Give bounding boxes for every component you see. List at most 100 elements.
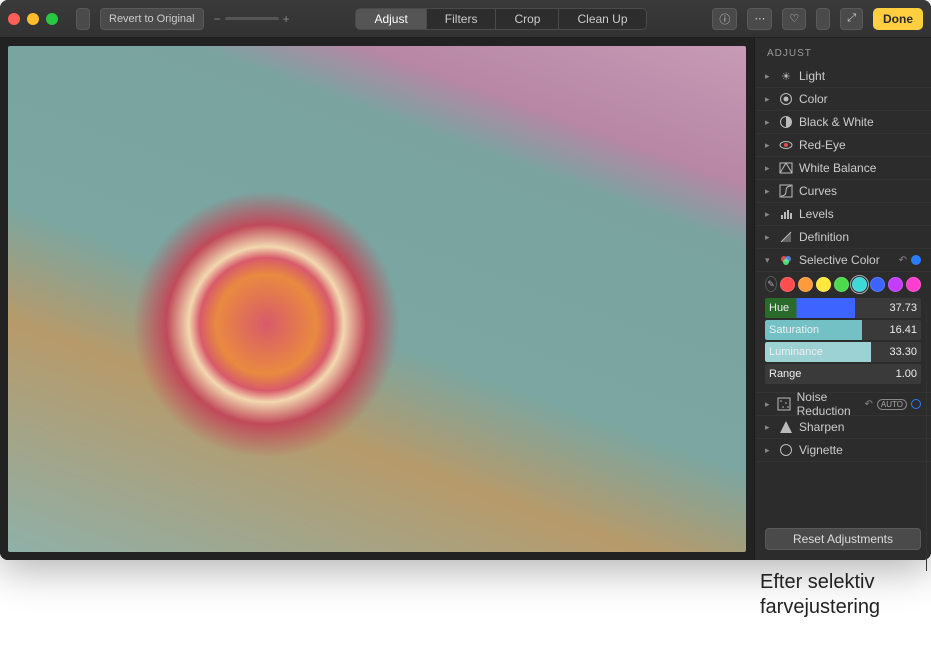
annotation-leader-line <box>926 304 927 571</box>
curves-icon <box>779 184 793 198</box>
adjust-light[interactable]: ▸ ☀ Light <box>755 65 931 88</box>
fullscreen-button[interactable]: ⤢ <box>840 8 863 30</box>
adjust-noise-reduction[interactable]: ▸ Noise Reduction ↶ AUTO <box>755 393 931 416</box>
slider-label: Range <box>765 368 896 380</box>
tab-crop[interactable]: Crop <box>496 8 559 30</box>
minimize-icon[interactable] <box>27 13 39 25</box>
chevron-right-icon: ▸ <box>765 232 773 243</box>
chevron-right-icon: ▸ <box>765 117 773 128</box>
revert-button[interactable]: Revert to Original <box>100 8 204 30</box>
tab-cleanup[interactable]: Clean Up <box>559 8 646 30</box>
eyedropper-button[interactable]: ✎ <box>765 276 777 292</box>
selectivecolor-icon <box>779 253 793 267</box>
slider-value: 33.30 <box>889 346 921 358</box>
color-swatch[interactable] <box>870 277 885 292</box>
titlebar: Revert to Original − + Adjust Filters Cr… <box>0 0 931 38</box>
light-icon: ☀ <box>779 69 793 83</box>
levels-icon <box>779 207 793 221</box>
edited-photo <box>8 46 746 552</box>
enabled-toggle[interactable] <box>911 255 921 265</box>
slider-value: 1.00 <box>896 368 921 380</box>
bw-icon <box>779 115 793 129</box>
slider-value: 37.73 <box>889 302 921 314</box>
ellipsis-icon: ⋯ <box>754 12 765 25</box>
zoom-in-icon: + <box>283 12 290 26</box>
favorite-button[interactable]: ♡ <box>782 8 806 30</box>
adjust-vignette[interactable]: ▸ Vignette <box>755 439 931 462</box>
adjust-curves[interactable]: ▸ Curves <box>755 180 931 203</box>
expand-icon: ⤢ <box>847 12 856 25</box>
zoom-track[interactable] <box>225 17 279 20</box>
content-area: ADJUST ▸ ☀ Light ▸ Color ▸ <box>0 38 931 560</box>
eyedropper-icon: ✎ <box>767 279 775 290</box>
annotation-caption: Efter selektiv farvejustering <box>760 570 931 620</box>
more-button[interactable]: ⋯ <box>747 8 772 30</box>
adjust-sidebar: ADJUST ▸ ☀ Light ▸ Color ▸ <box>754 38 931 560</box>
tab-filters[interactable]: Filters <box>427 8 497 30</box>
adjust-whitebalance[interactable]: ▸ White Balance <box>755 157 931 180</box>
zoom-slider[interactable]: − + <box>214 12 290 26</box>
chevron-right-icon: ▸ <box>765 422 773 433</box>
chevron-right-icon: ▸ <box>765 140 773 151</box>
info-icon: ⓘ <box>719 11 730 27</box>
tab-adjust[interactable]: Adjust <box>355 8 426 30</box>
done-button[interactable]: Done <box>873 8 923 30</box>
sidebar-toggle-button[interactable] <box>76 8 90 30</box>
color-swatch[interactable] <box>906 277 921 292</box>
slider-saturation[interactable]: Saturation16.41 <box>765 320 921 340</box>
adjust-definition[interactable]: ▸ Definition <box>755 226 931 249</box>
adjust-redeye[interactable]: ▸ Red-Eye <box>755 134 931 157</box>
slider-label: Luminance <box>765 346 889 358</box>
reset-adjustments-button[interactable]: Reset Adjustments <box>765 528 921 550</box>
info-button[interactable]: ⓘ <box>712 8 737 30</box>
chevron-right-icon: ▸ <box>765 186 773 197</box>
slider-hue[interactable]: Hue37.73 <box>765 298 921 318</box>
sidebar-header: ADJUST <box>755 38 931 65</box>
adjust-levels[interactable]: ▸ Levels <box>755 203 931 226</box>
done-label: Done <box>883 12 913 26</box>
window-controls <box>8 13 58 25</box>
enabled-toggle[interactable] <box>911 399 921 409</box>
sharpen-icon <box>779 420 793 434</box>
slider-value: 16.41 <box>889 324 921 336</box>
zoom-out-icon: − <box>214 12 221 26</box>
adjust-sharpen[interactable]: ▸ Sharpen <box>755 416 931 439</box>
definition-icon <box>779 230 793 244</box>
chevron-right-icon: ▸ <box>765 94 773 105</box>
whitebalance-icon <box>779 161 793 175</box>
undo-icon[interactable]: ↶ <box>899 255 907 266</box>
slider-label: Hue <box>765 302 889 314</box>
photo-canvas[interactable] <box>0 38 754 560</box>
undo-icon[interactable]: ↶ <box>865 399 873 410</box>
auto-badge[interactable]: AUTO <box>877 399 907 410</box>
close-icon[interactable] <box>8 13 20 25</box>
chevron-right-icon: ▸ <box>765 71 773 82</box>
slider-range[interactable]: Range1.00 <box>765 364 921 384</box>
heart-icon: ♡ <box>789 12 799 25</box>
chevron-down-icon: ▾ <box>765 255 773 266</box>
selective-color-panel: ✎ Hue37.73Saturation16.41Luminance33.30R… <box>755 272 931 393</box>
slider-luminance[interactable]: Luminance33.30 <box>765 342 921 362</box>
zoom-icon[interactable] <box>46 13 58 25</box>
color-swatch[interactable] <box>834 277 849 292</box>
aspect-button[interactable] <box>816 8 830 30</box>
adjust-bw[interactable]: ▸ Black & White <box>755 111 931 134</box>
app-window: Revert to Original − + Adjust Filters Cr… <box>0 0 931 560</box>
color-icon <box>779 92 793 106</box>
color-swatch[interactable] <box>780 277 795 292</box>
color-swatch[interactable] <box>852 277 867 292</box>
color-swatches: ✎ <box>765 276 921 292</box>
color-swatch[interactable] <box>888 277 903 292</box>
slider-label: Saturation <box>765 324 889 336</box>
chevron-right-icon: ▸ <box>765 163 773 174</box>
revert-label: Revert to Original <box>109 13 195 25</box>
chevron-right-icon: ▸ <box>765 399 771 410</box>
adjust-color[interactable]: ▸ Color <box>755 88 931 111</box>
adjust-selective-color[interactable]: ▾ Selective Color ↶ <box>755 249 931 272</box>
color-swatch[interactable] <box>816 277 831 292</box>
adjustment-list: ▸ ☀ Light ▸ Color ▸ Black & White <box>755 65 931 518</box>
redeye-icon <box>779 138 793 152</box>
color-swatch[interactable] <box>798 277 813 292</box>
noise-icon <box>777 397 791 411</box>
chevron-right-icon: ▸ <box>765 209 773 220</box>
